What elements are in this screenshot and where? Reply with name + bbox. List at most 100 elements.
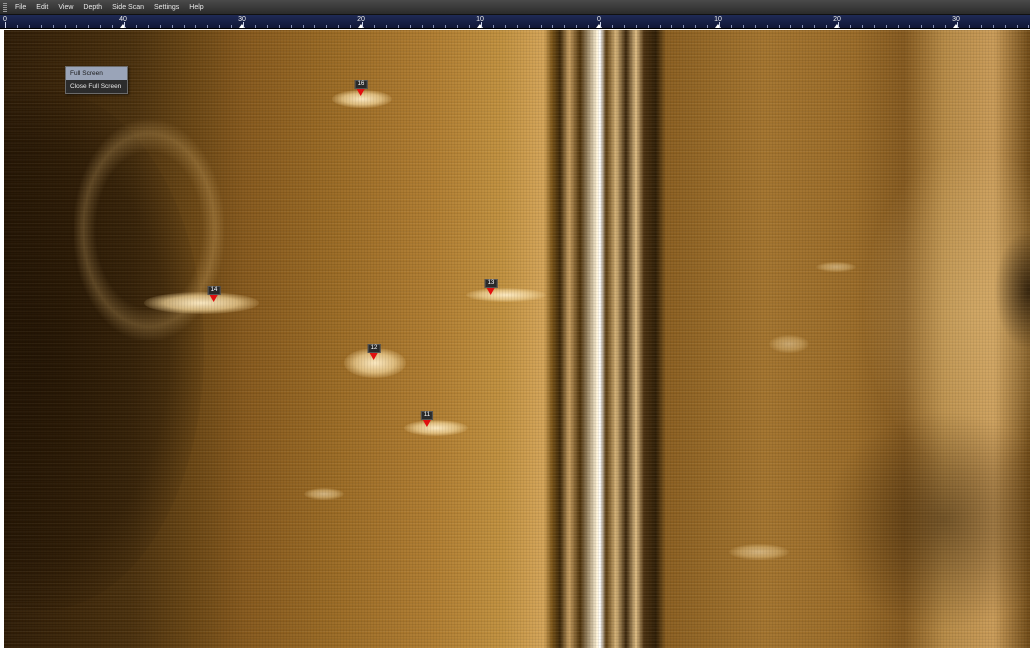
ruler-label-40: 40 <box>119 16 127 23</box>
ruler-label-30-left: 30 <box>238 16 246 23</box>
ruler-tick <box>576 25 578 28</box>
ruler-tick <box>635 25 637 28</box>
menu-help[interactable]: Help <box>184 4 208 11</box>
ruler-tick <box>409 25 411 28</box>
ruler-tick <box>16 25 18 28</box>
menu-side-scan[interactable]: Side Scan <box>107 4 149 11</box>
sonar-target <box>404 420 468 436</box>
waypoint-pin-icon <box>422 420 431 427</box>
sonar-target <box>769 335 809 353</box>
ruler-tick <box>552 25 554 28</box>
menu-file[interactable]: File <box>10 4 31 11</box>
seabed-dark-patch <box>994 230 1030 350</box>
ruler-tick <box>945 25 947 28</box>
ruler-tick <box>873 25 875 28</box>
ruler-pin-icon <box>834 24 840 28</box>
waypoint-label: 12 <box>367 344 381 353</box>
menu-depth[interactable]: Depth <box>78 4 107 11</box>
waypoint-marker-14[interactable]: 14 <box>207 286 221 302</box>
ruler-tick <box>183 25 185 28</box>
ruler-pin-icon <box>477 24 483 28</box>
ruler-tick <box>147 25 149 28</box>
ruler-tick <box>338 25 340 28</box>
ruler-tick <box>385 25 387 28</box>
ruler-tick <box>278 25 280 28</box>
ruler-pin-icon <box>239 24 245 28</box>
side-scan-image[interactable]: 16 14 13 12 11 <box>4 30 1030 648</box>
ruler-tick <box>28 25 30 28</box>
ruler-tick <box>266 25 268 28</box>
ruler-tick <box>350 25 352 28</box>
ruler-label-20-left: 20 <box>357 16 365 23</box>
sonar-grain <box>4 30 1030 648</box>
ruler-tick <box>445 25 447 28</box>
ruler-tick <box>195 25 197 28</box>
sonar-target <box>304 488 344 500</box>
ruler-tick <box>219 25 221 28</box>
ruler-tick <box>528 25 530 28</box>
ruler-tick <box>326 25 328 28</box>
ruler-tick <box>790 25 792 28</box>
ruler-tick <box>600 22 601 28</box>
ruler-tick <box>231 25 233 28</box>
toolbar-grip-icon[interactable] <box>3 2 7 12</box>
menu-settings[interactable]: Settings <box>149 4 184 11</box>
sonar-target <box>144 292 259 314</box>
ruler-tick <box>814 25 816 28</box>
waypoint-label: 13 <box>484 279 498 288</box>
ruler-tick <box>849 25 851 28</box>
ruler-label-30-right: 30 <box>952 16 960 23</box>
ruler-pin-icon <box>715 24 721 28</box>
ruler-tick <box>492 25 494 28</box>
waypoint-pin-icon <box>210 295 218 302</box>
ruler-tick <box>968 25 970 28</box>
ruler-pin-icon <box>953 24 959 28</box>
ruler-tick <box>647 25 649 28</box>
ruler-label-10-right: 10 <box>714 16 722 23</box>
ruler-tick <box>730 25 732 28</box>
ruler-pin-icon <box>358 24 364 28</box>
ruler-tick <box>683 25 685 28</box>
ruler-tick <box>742 25 744 28</box>
ruler-tick <box>290 25 292 28</box>
ruler-tick <box>671 25 673 28</box>
context-menu: Full Screen Close Full Screen <box>65 66 128 94</box>
ruler-tick <box>1004 25 1006 28</box>
menu-bar: File Edit View Depth Side Scan Settings … <box>0 0 1030 15</box>
seabed-dark-band <box>824 410 1030 630</box>
ruler-tick <box>1016 25 1018 28</box>
menu-view[interactable]: View <box>53 4 78 11</box>
context-menu-full-screen[interactable]: Full Screen <box>66 67 127 80</box>
ruler-tick <box>838 22 839 28</box>
ruler-tick <box>992 25 994 28</box>
ruler-tick <box>659 25 661 28</box>
waypoint-pin-icon <box>487 288 495 295</box>
seabed-bright-bank <box>864 150 1030 470</box>
ruler-tick <box>719 22 720 28</box>
waypoint-marker-12[interactable]: 12 <box>367 344 381 360</box>
waypoint-pin-icon <box>357 89 365 96</box>
ruler-tick <box>885 25 887 28</box>
ruler-tick <box>397 25 399 28</box>
ruler-tick <box>457 25 459 28</box>
ruler-tick <box>826 25 828 28</box>
waypoint-marker-16[interactable]: 16 <box>354 80 368 96</box>
waypoint-pin-icon <box>370 353 378 360</box>
waypoint-marker-13[interactable]: 13 <box>484 279 498 295</box>
ruler-tick <box>207 25 209 28</box>
menu-edit[interactable]: Edit <box>31 4 53 11</box>
ruler-tick <box>76 25 78 28</box>
ruler-tick <box>481 22 482 28</box>
ruler-tick <box>112 25 114 28</box>
ruler-tick <box>421 25 423 28</box>
waypoint-marker-11[interactable]: 11 <box>420 411 434 427</box>
ruler-tick <box>314 25 316 28</box>
ruler-tick <box>40 25 42 28</box>
ruler-tick <box>302 25 304 28</box>
ruler-tick <box>588 25 590 28</box>
ruler-label-10-left: 10 <box>476 16 484 23</box>
ruler-tick <box>88 25 90 28</box>
sonar-target <box>729 544 789 560</box>
context-menu-close-full-screen[interactable]: Close Full Screen <box>66 80 127 93</box>
ruler-tick <box>611 25 613 28</box>
